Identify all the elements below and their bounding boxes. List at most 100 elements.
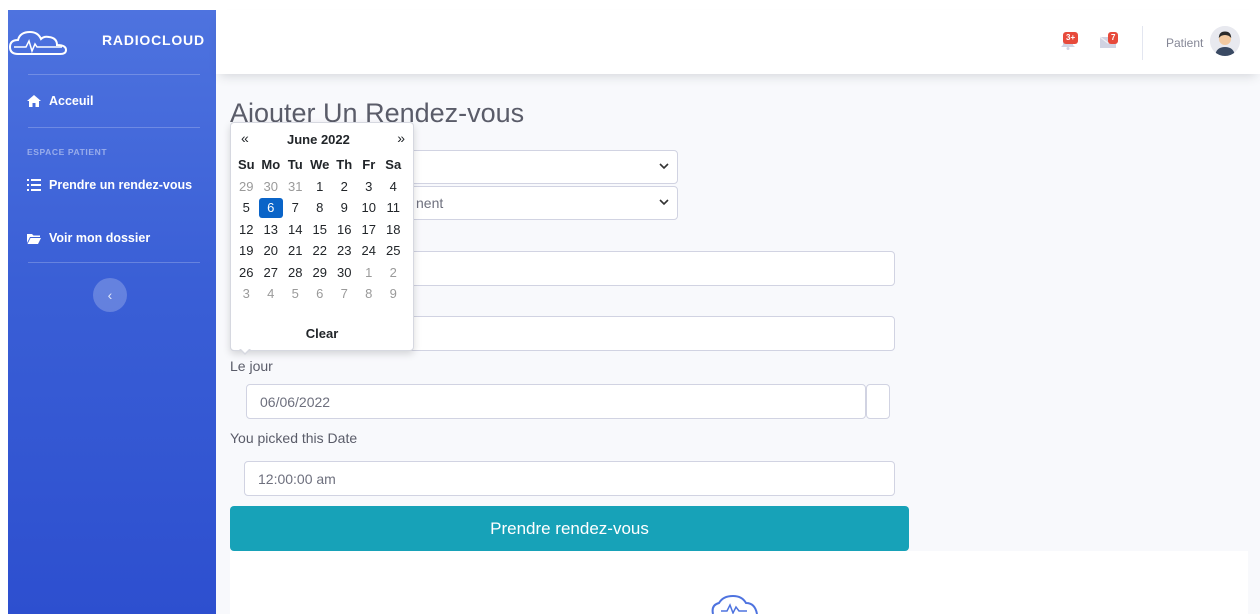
alerts-count-badge: 3+ [1063, 32, 1079, 44]
sidebar-toggle-button[interactable]: ‹ [93, 278, 127, 312]
chevron-down-icon [659, 199, 669, 206]
weekday: Sa [385, 157, 402, 173]
day-cell[interactable]: 2 [332, 179, 357, 194]
topbar-divider [1142, 26, 1143, 60]
week-row: 26 27 28 29 30 1 2 [234, 262, 406, 284]
week-row: 3 4 5 6 7 8 9 [234, 283, 406, 305]
weekday: Su [237, 157, 255, 173]
day-cell[interactable]: 20 [259, 243, 284, 258]
datepicker-prev-button[interactable]: « [241, 130, 249, 146]
sidebar: RADIOCLOUD Acceuil ESPACE PATIENT Prendr… [8, 10, 216, 614]
day-cell[interactable]: 5 [283, 286, 308, 301]
select-value: nent [416, 195, 444, 211]
day-cell[interactable]: 30 [259, 179, 284, 194]
sidebar-divider [28, 262, 200, 263]
alerts-button[interactable]: 3+ [1054, 26, 1082, 58]
weekday-header: Su Mo Tu We Th Fr Sa [234, 154, 406, 176]
date-input[interactable]: 06/06/2022 [246, 384, 866, 419]
day-cell[interactable]: 15 [308, 222, 333, 237]
datepicker: « June 2022 » Su Mo Tu We Th Fr Sa 29 30… [230, 122, 414, 355]
week-row: 12 13 14 15 16 17 18 [234, 219, 406, 241]
day-cell[interactable]: 7 [332, 286, 357, 301]
day-cell[interactable]: 1 [308, 179, 333, 194]
date-value: 06/06/2022 [260, 393, 331, 410]
day-cell[interactable]: 16 [332, 222, 357, 237]
user-name[interactable]: Patient [1166, 36, 1203, 50]
chevron-left-icon: ‹ [107, 287, 113, 303]
submit-appointment-button[interactable]: Prendre rendez-vous [230, 506, 909, 551]
day-cell[interactable]: 7 [283, 200, 308, 215]
cloud-heartbeat-icon [8, 30, 68, 55]
sidebar-divider [28, 74, 200, 75]
day-cell[interactable]: 24 [357, 243, 382, 258]
topbar: 3+ 7 Patient [216, 10, 1260, 74]
day-cell[interactable]: 1 [357, 265, 382, 280]
sidebar-item-label: Voir mon dossier [49, 231, 151, 245]
day-cell[interactable]: 5 [234, 200, 259, 215]
cloud-logo-icon [711, 595, 758, 614]
date-addon-button[interactable] [866, 384, 890, 419]
day-cell[interactable]: 18 [381, 222, 406, 237]
home-icon [27, 95, 41, 107]
user-avatar-icon [1210, 26, 1240, 56]
picked-date-label: You picked this Date [230, 430, 358, 446]
day-cell[interactable]: 17 [357, 222, 382, 237]
day-cell[interactable]: 29 [234, 179, 259, 194]
messages-count-badge: 7 [1108, 32, 1119, 44]
day-cell[interactable]: 3 [234, 286, 259, 301]
day-cell-selected[interactable]: 6 [258, 197, 283, 218]
datepicker-caret [239, 348, 251, 355]
time-value: 12:00:00 am [258, 470, 336, 487]
day-label: Le jour [230, 358, 273, 374]
weekday: We [310, 157, 330, 173]
day-cell[interactable]: 26 [234, 265, 259, 280]
chevron-down-icon [659, 163, 669, 170]
week-row: 29 30 31 1 2 3 4 [234, 176, 406, 198]
weekday: Th [336, 157, 353, 173]
brand-name: RADIOCLOUD [102, 32, 205, 48]
datepicker-month-switch[interactable]: June 2022 [287, 132, 350, 147]
day-cell[interactable]: 3 [357, 179, 382, 194]
day-cell[interactable]: 29 [308, 265, 333, 280]
day-cell[interactable]: 9 [381, 286, 406, 301]
weekday: Mo [261, 157, 281, 173]
datepicker-grid: Su Mo Tu We Th Fr Sa 29 30 31 1 2 3 4 5 … [234, 154, 406, 305]
day-cell[interactable]: 22 [308, 243, 333, 258]
day-cell[interactable]: 23 [332, 243, 357, 258]
time-input[interactable]: 12:00:00 am [244, 461, 895, 496]
day-cell[interactable]: 12 [234, 222, 259, 237]
day-cell[interactable]: 13 [259, 222, 284, 237]
day-cell[interactable]: 10 [357, 200, 382, 215]
day-cell[interactable]: 8 [308, 200, 333, 215]
day-cell[interactable]: 9 [332, 200, 357, 215]
day-cell[interactable]: 14 [283, 222, 308, 237]
brand[interactable]: RADIOCLOUD [8, 10, 216, 74]
sidebar-item-voir-dossier[interactable]: Voir mon dossier [27, 231, 150, 245]
day-cell[interactable]: 25 [381, 243, 406, 258]
week-row: 5 6 7 8 9 10 11 [234, 197, 406, 219]
day-cell[interactable]: 11 [381, 200, 406, 215]
day-cell[interactable]: 31 [283, 179, 308, 194]
day-cell[interactable]: 4 [381, 179, 406, 194]
avatar[interactable] [1210, 26, 1240, 56]
day-cell[interactable]: 27 [259, 265, 284, 280]
day-cell[interactable]: 8 [357, 286, 382, 301]
datepicker-next-button[interactable]: » [397, 130, 405, 146]
day-cell[interactable]: 4 [259, 286, 284, 301]
day-cell[interactable]: 28 [283, 265, 308, 280]
datepicker-clear-button[interactable]: Clear [231, 326, 413, 341]
folder-icon [27, 234, 41, 244]
weekday: Fr [362, 157, 376, 173]
sidebar-item-prendre-rendez-vous[interactable]: Prendre un rendez-vous [27, 178, 192, 192]
sidebar-item-label: Prendre un rendez-vous [49, 178, 193, 192]
day-cell[interactable]: 30 [332, 265, 357, 280]
sidebar-item-label: Acceuil [49, 94, 94, 108]
week-row: 19 20 21 22 23 24 25 [234, 240, 406, 262]
day-cell[interactable]: 19 [234, 243, 259, 258]
weekday: Tu [287, 157, 303, 173]
sidebar-item-acceuil[interactable]: Acceuil [27, 94, 93, 108]
day-cell[interactable]: 6 [308, 286, 333, 301]
day-cell[interactable]: 2 [381, 265, 406, 280]
messages-button[interactable]: 7 [1094, 26, 1122, 58]
day-cell[interactable]: 21 [283, 243, 308, 258]
